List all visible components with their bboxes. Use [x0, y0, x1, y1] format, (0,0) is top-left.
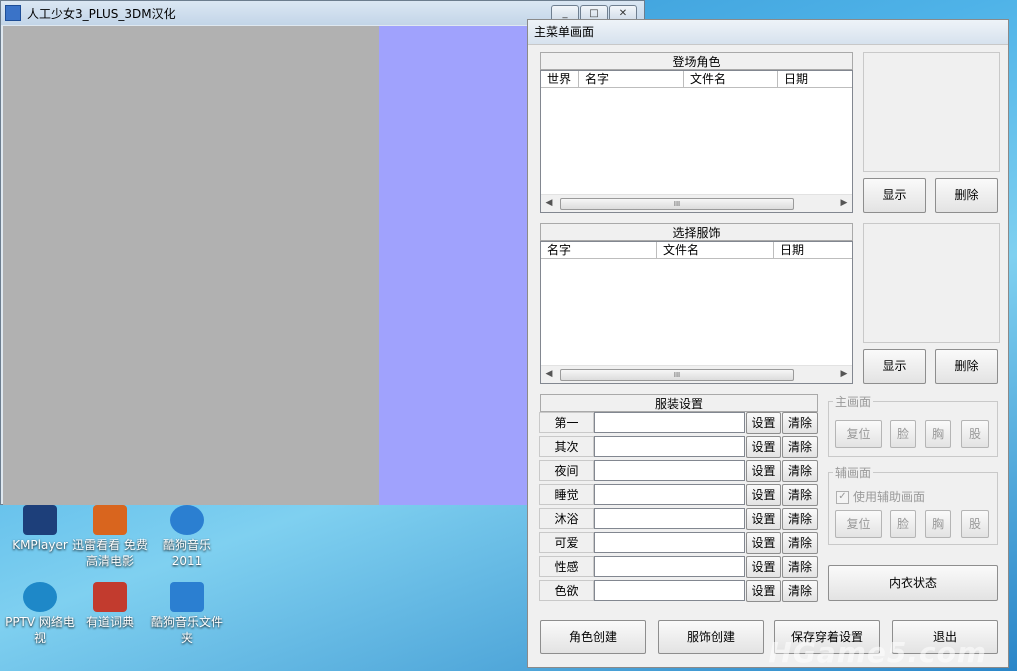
main-face-button[interactable]: 脸: [890, 420, 916, 448]
costume-clear-button[interactable]: 清除: [782, 556, 818, 578]
costume-set-button[interactable]: 设置: [746, 532, 781, 554]
xunlei-icon: [93, 505, 127, 535]
scroll-left-icon[interactable]: ◀: [541, 195, 557, 212]
desktop-icon-youdao[interactable]: 有道词典: [70, 582, 150, 630]
outfits-list[interactable]: 名字 文件名 日期 ◀ III ▶: [540, 241, 853, 384]
costume-set-button[interactable]: 设置: [746, 436, 781, 458]
characters-list[interactable]: 世界 名字 文件名 日期 ◀ III ▶: [540, 70, 853, 213]
sub-face-button[interactable]: 脸: [890, 510, 916, 538]
costume-clear-button[interactable]: 清除: [782, 508, 818, 530]
show-character-button[interactable]: 显示: [863, 178, 926, 213]
costume-set-button[interactable]: 设置: [746, 556, 781, 578]
show-outfit-button[interactable]: 显示: [863, 349, 926, 384]
costume-clear-button[interactable]: 清除: [782, 436, 818, 458]
desktop-icon-label: 酷狗音乐 2011: [162, 538, 211, 568]
costume-slot-label: 可爱: [539, 532, 594, 553]
scroll-right-icon[interactable]: ▶: [836, 366, 852, 383]
scroll-right-icon[interactable]: ▶: [836, 195, 852, 212]
underwear-state-button[interactable]: 内衣状态: [828, 565, 998, 601]
folder-icon: [170, 582, 204, 612]
delete-outfit-button[interactable]: 删除: [935, 349, 998, 384]
column-name[interactable]: 名字: [579, 71, 684, 88]
costume-slot-field[interactable]: [594, 412, 745, 433]
characters-heading: 登场角色: [540, 52, 853, 70]
main-reset-button[interactable]: 复位: [835, 420, 882, 448]
youdao-icon: [93, 582, 127, 612]
dialog-title: 主菜单画面: [528, 20, 1008, 45]
kugou-icon: [170, 505, 204, 535]
pptv-icon: [23, 582, 57, 612]
costume-clear-button[interactable]: 清除: [782, 484, 818, 506]
costume-slot-field[interactable]: [594, 508, 745, 529]
create-outfit-button[interactable]: 服饰创建: [658, 620, 764, 654]
column-name[interactable]: 名字: [541, 242, 657, 259]
costume-clear-button[interactable]: 清除: [782, 580, 818, 602]
scroll-left-icon[interactable]: ◀: [541, 366, 557, 383]
use-sub-view-label: 使用辅助画面: [853, 490, 926, 504]
render-area-left[interactable]: [3, 26, 379, 505]
costume-slot-label: 第一: [539, 412, 594, 433]
costume-slot-label: 色欲: [539, 580, 594, 601]
costume-slot-label: 沐浴: [539, 508, 594, 529]
main-hips-button[interactable]: 股: [961, 420, 989, 448]
costume-slot-field[interactable]: [594, 484, 745, 505]
costume-slot-label: 夜间: [539, 460, 594, 481]
sub-view-heading: 辅画面: [833, 464, 874, 481]
outfit-preview: [863, 223, 1000, 343]
costume-slot-field[interactable]: [594, 556, 745, 577]
costume-slot-label: 睡觉: [539, 484, 594, 505]
costume-slot-field[interactable]: [594, 436, 745, 457]
create-character-button[interactable]: 角色创建: [540, 620, 646, 654]
costume-slot-field[interactable]: [594, 460, 745, 481]
costume-set-button[interactable]: 设置: [746, 484, 781, 506]
main-chest-button[interactable]: 胸: [925, 420, 951, 448]
costume-slot-label: 性感: [539, 556, 594, 577]
characters-hscrollbar[interactable]: ◀ III ▶: [541, 194, 852, 212]
column-date[interactable]: 日期: [778, 71, 852, 88]
costume-slot-label: 其次: [539, 436, 594, 457]
desktop-icon-label: 酷狗音乐文件夹: [150, 615, 223, 645]
desktop-icon-label: PPTV 网络电视: [5, 615, 75, 645]
main-view-heading: 主画面: [833, 393, 874, 410]
desktop-icon-kugou-folder[interactable]: 酷狗音乐文件夹: [147, 582, 227, 646]
outfits-heading: 选择服饰: [540, 223, 853, 241]
use-sub-view-checkbox[interactable]: ✓: [836, 491, 849, 504]
sub-hips-button[interactable]: 股: [961, 510, 989, 538]
outfits-hscrollbar[interactable]: ◀ III ▶: [541, 365, 852, 383]
costume-set-button[interactable]: 设置: [746, 508, 781, 530]
delete-character-button[interactable]: 删除: [935, 178, 998, 213]
costume-slot-field[interactable]: [594, 580, 745, 601]
costume-set-button[interactable]: 设置: [746, 580, 781, 602]
sub-chest-button[interactable]: 胸: [925, 510, 951, 538]
column-filename[interactable]: 文件名: [684, 71, 778, 88]
app-icon: [5, 5, 21, 21]
desktop-icon-kugou[interactable]: 酷狗音乐 2011: [147, 505, 227, 569]
desktop-icon-xunlei[interactable]: 迅雷看看 免费高清电影: [70, 505, 150, 569]
column-world[interactable]: 世界: [541, 71, 579, 88]
main-menu-dialog: 主菜单画面 登场角色 世界 名字 文件名 日期 ◀ III ▶ 显示 删除 选择…: [527, 19, 1009, 668]
costume-clear-button[interactable]: 清除: [782, 532, 818, 554]
column-date[interactable]: 日期: [774, 242, 852, 259]
desktop-icon-label: 迅雷看看 免费高清电影: [72, 538, 148, 568]
costume-clear-button[interactable]: 清除: [782, 460, 818, 482]
costume-settings-heading: 服装设置: [540, 394, 818, 412]
desktop-icon-label: 有道词典: [85, 615, 134, 629]
costume-set-button[interactable]: 设置: [746, 412, 781, 434]
sub-reset-button[interactable]: 复位: [835, 510, 882, 538]
costume-clear-button[interactable]: 清除: [782, 412, 818, 434]
desktop-icon-label: KMPlayer: [12, 538, 68, 552]
costume-set-button[interactable]: 设置: [746, 460, 781, 482]
column-filename[interactable]: 文件名: [657, 242, 774, 259]
costume-slot-field[interactable]: [594, 532, 745, 553]
scroll-thumb[interactable]: III: [560, 198, 794, 210]
desktop-icon-pptv[interactable]: PPTV 网络电视: [0, 582, 80, 646]
scroll-thumb[interactable]: III: [560, 369, 794, 381]
game-window-title: 人工少女3_PLUS_3DM汉化: [27, 6, 176, 21]
character-preview: [863, 52, 1000, 172]
watermark: HGame5.com: [768, 636, 987, 669]
desktop-icon-kmplayer[interactable]: KMPlayer: [0, 505, 80, 553]
kmplayer-icon: [23, 505, 57, 535]
